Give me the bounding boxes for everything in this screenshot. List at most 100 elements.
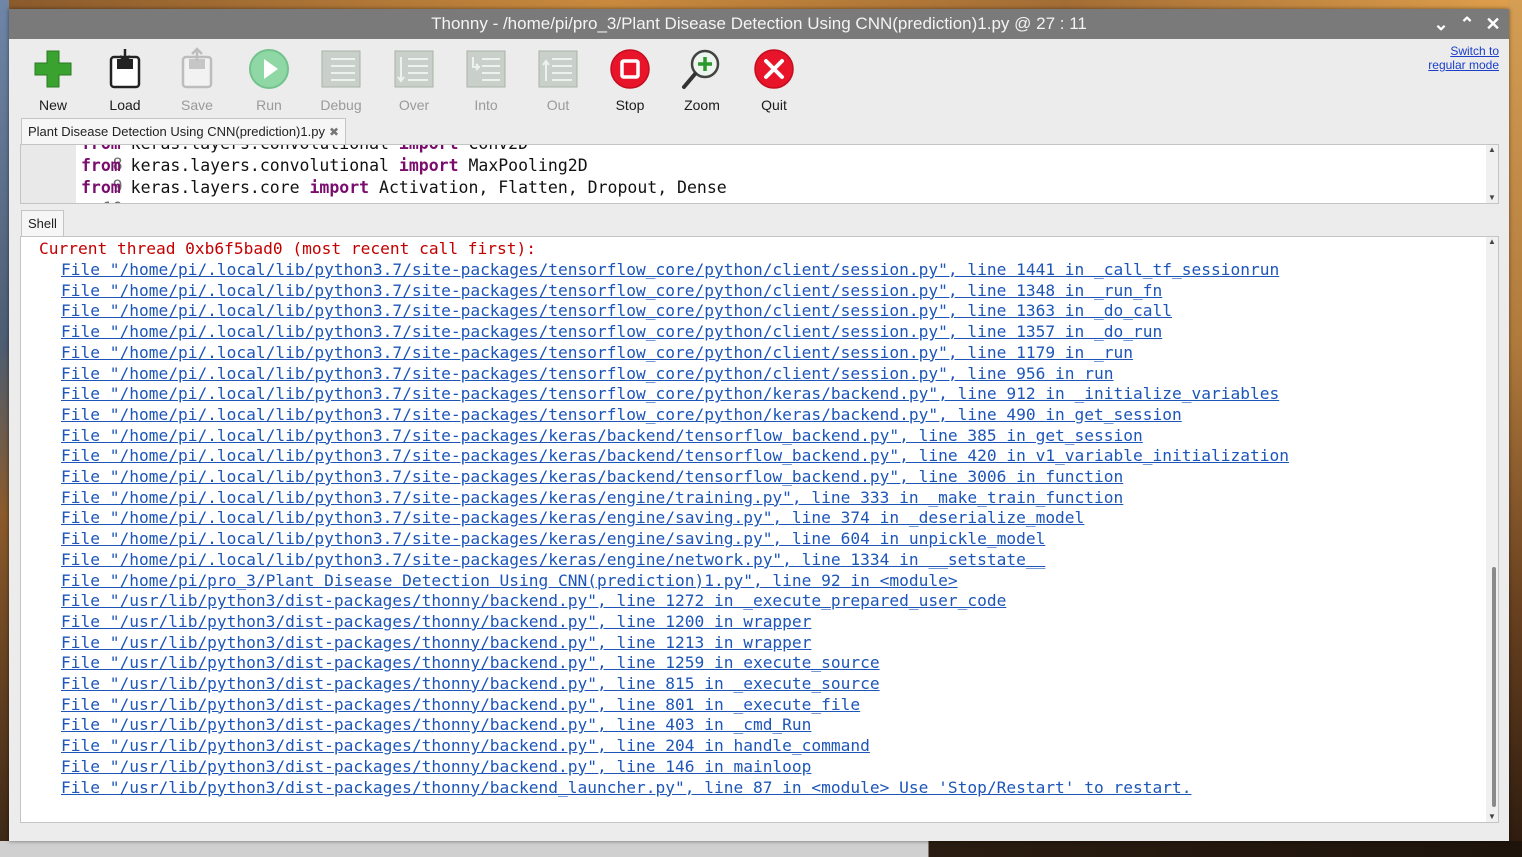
step-into-label: Into — [474, 97, 498, 113]
thonny-window: Thonny - /home/pi/pro_3/Plant Disease De… — [9, 9, 1509, 841]
scroll-down-icon[interactable]: ▼ — [1486, 812, 1498, 822]
desktop-background-right — [1508, 0, 1522, 857]
traceback-frame-link[interactable]: File "/home/pi/.local/lib/python3.7/site… — [61, 467, 1123, 488]
debug-icon — [321, 50, 361, 88]
traceback-frame-link[interactable]: File "/home/pi/pro_3/Plant Disease Detec… — [61, 571, 958, 592]
traceback-frame-link[interactable]: File "/home/pi/.local/lib/python3.7/site… — [61, 364, 1114, 385]
keyword: from — [81, 156, 121, 175]
code-line: 8 from keras.layers.convolutional import… — [21, 145, 1481, 174]
maximize-button[interactable]: ⌃ — [1456, 12, 1478, 36]
scroll-up-icon[interactable]: ▲ — [1486, 237, 1498, 247]
new-label: New — [38, 97, 67, 113]
run-label: Run — [256, 97, 282, 113]
scroll-up-icon[interactable]: ▲ — [1486, 145, 1498, 155]
shell-tab[interactable]: Shell — [21, 210, 64, 237]
traceback-frame-link[interactable]: File "/usr/lib/python3/dist-packages/tho… — [61, 591, 1006, 612]
shell-scrollbar[interactable]: ▲ ▼ — [1486, 237, 1498, 822]
quit-icon — [754, 49, 794, 89]
editor-tab-label: Plant Disease Detection Using CNN(predic… — [28, 124, 325, 139]
code-line: 10 from keras.layers.core import Activat… — [21, 177, 1481, 203]
traceback-frame-link[interactable]: File "/home/pi/.local/lib/python3.7/site… — [61, 488, 1123, 509]
step-over-button[interactable]: Over — [382, 47, 446, 117]
traceback-frame-link[interactable]: File "/home/pi/.local/lib/python3.7/site… — [61, 260, 1279, 281]
traceback-frame-link[interactable]: File "/home/pi/.local/lib/python3.7/site… — [61, 529, 1045, 550]
load-label: Load — [109, 97, 141, 113]
keyword: import — [399, 145, 459, 153]
debug-label: Debug — [320, 97, 362, 113]
new-icon — [34, 50, 72, 88]
stop-label: Stop — [615, 97, 645, 113]
switch-mode-link[interactable]: Switch to regular mode — [1419, 44, 1499, 72]
stop-icon — [610, 49, 650, 89]
traceback-frame-link[interactable]: File "/home/pi/.local/lib/python3.7/site… — [61, 508, 1084, 529]
minimize-button[interactable]: ⌄ — [1430, 12, 1452, 36]
step-into-button[interactable]: Into — [454, 47, 518, 117]
step-out-label: Out — [546, 97, 570, 113]
traceback-frame-link[interactable]: File "/usr/lib/python3/dist-packages/tho… — [61, 736, 870, 757]
traceback-frame-link[interactable]: File "/home/pi/.local/lib/python3.7/site… — [61, 550, 1045, 571]
traceback-frame-link[interactable]: File "/home/pi/.local/lib/python3.7/site… — [61, 343, 1133, 364]
quit-button[interactable]: Quit — [742, 47, 806, 117]
traceback-frame-link[interactable]: File "/home/pi/.local/lib/python3.7/site… — [61, 301, 1172, 322]
code-text: keras.layers.convolutional — [121, 145, 399, 153]
keyword: from — [81, 178, 121, 197]
quit-label: Quit — [761, 97, 787, 113]
code-text: Conv2D — [459, 145, 528, 153]
new-button[interactable]: New — [21, 47, 85, 117]
keyword: from — [81, 145, 121, 153]
traceback-frame-link[interactable]: File "/usr/lib/python3/dist-packages/tho… — [61, 633, 811, 654]
code-text: keras.layers.core — [120, 178, 310, 197]
save-label: Save — [181, 97, 213, 113]
traceback-frame-link[interactable]: File "/usr/lib/python3/dist-packages/tho… — [61, 778, 1192, 799]
code-editor[interactable]: 8 from keras.layers.convolutional import… — [20, 144, 1499, 204]
traceback-frame-link[interactable]: File "/home/pi/.local/lib/python3.7/site… — [61, 322, 1162, 343]
traceback-frame-link[interactable]: File "/usr/lib/python3/dist-packages/tho… — [61, 612, 811, 633]
code-text: MaxPooling2D — [458, 156, 588, 175]
keyword: import — [309, 178, 370, 197]
zoom-icon — [682, 49, 720, 89]
run-icon — [249, 49, 289, 89]
debug-button[interactable]: Debug — [309, 47, 373, 117]
step-out-button[interactable]: Out — [526, 47, 590, 117]
zoom-label: Zoom — [684, 97, 720, 113]
tab-close-icon[interactable]: ✖ — [329, 125, 339, 139]
load-icon — [109, 49, 141, 89]
title-bar[interactable]: Thonny - /home/pi/pro_3/Plant Disease De… — [9, 9, 1509, 39]
code-text: Activation, Flatten, Dropout, Dense — [369, 178, 727, 197]
step-over-icon — [394, 50, 434, 88]
scrollbar-thumb[interactable] — [1492, 567, 1496, 807]
save-button[interactable]: Save — [165, 47, 229, 117]
traceback-frame-link[interactable]: File "/home/pi/.local/lib/python3.7/site… — [61, 426, 1143, 447]
traceback-frame-link[interactable]: File "/home/pi/.local/lib/python3.7/site… — [61, 405, 1182, 426]
code-line: 9 from keras.layers.convolutional import… — [21, 155, 1481, 196]
stop-button[interactable]: Stop — [598, 47, 662, 117]
save-icon — [181, 47, 213, 89]
line-number: 10 — [81, 198, 123, 203]
step-over-label: Over — [398, 97, 430, 113]
shell-error-header: Current thread 0xb6f5bad0 (most recent c… — [39, 239, 537, 258]
editor-tab[interactable]: Plant Disease Detection Using CNN(predic… — [21, 118, 347, 145]
taskbar-strip — [0, 841, 1522, 857]
desktop-background-left — [0, 0, 9, 857]
keyword: import — [398, 156, 459, 175]
traceback-frame-link[interactable]: File "/home/pi/.local/lib/python3.7/site… — [61, 281, 1162, 302]
editor-scrollbar[interactable]: ▲ ▼ — [1486, 145, 1498, 203]
code-text: keras.layers.convolutional — [120, 156, 399, 175]
traceback-frame-link[interactable]: File "/usr/lib/python3/dist-packages/tho… — [61, 653, 880, 674]
traceback-frame-link[interactable]: File "/usr/lib/python3/dist-packages/tho… — [61, 674, 880, 695]
traceback-frame-link[interactable]: File "/usr/lib/python3/dist-packages/tho… — [61, 757, 811, 778]
toolbar: New Load Save Run Debug Over Into Out St… — [9, 39, 1509, 121]
zoom-button[interactable]: Zoom — [670, 47, 734, 117]
step-out-icon — [538, 50, 578, 88]
load-button[interactable]: Load — [93, 47, 157, 117]
close-window-button[interactable]: ✕ — [1482, 12, 1504, 36]
traceback-frame-link[interactable]: File "/usr/lib/python3/dist-packages/tho… — [61, 715, 811, 736]
run-button[interactable]: Run — [237, 47, 301, 117]
traceback-frame-link[interactable]: File "/home/pi/.local/lib/python3.7/site… — [61, 384, 1279, 405]
shell-panel[interactable]: Current thread 0xb6f5bad0 (most recent c… — [20, 236, 1499, 823]
window-title: Thonny - /home/pi/pro_3/Plant Disease De… — [431, 14, 1087, 33]
step-into-icon — [466, 50, 506, 88]
scroll-down-icon[interactable]: ▼ — [1486, 193, 1498, 203]
traceback-frame-link[interactable]: File "/home/pi/.local/lib/python3.7/site… — [61, 446, 1289, 467]
traceback-frame-link[interactable]: File "/usr/lib/python3/dist-packages/tho… — [61, 695, 860, 716]
